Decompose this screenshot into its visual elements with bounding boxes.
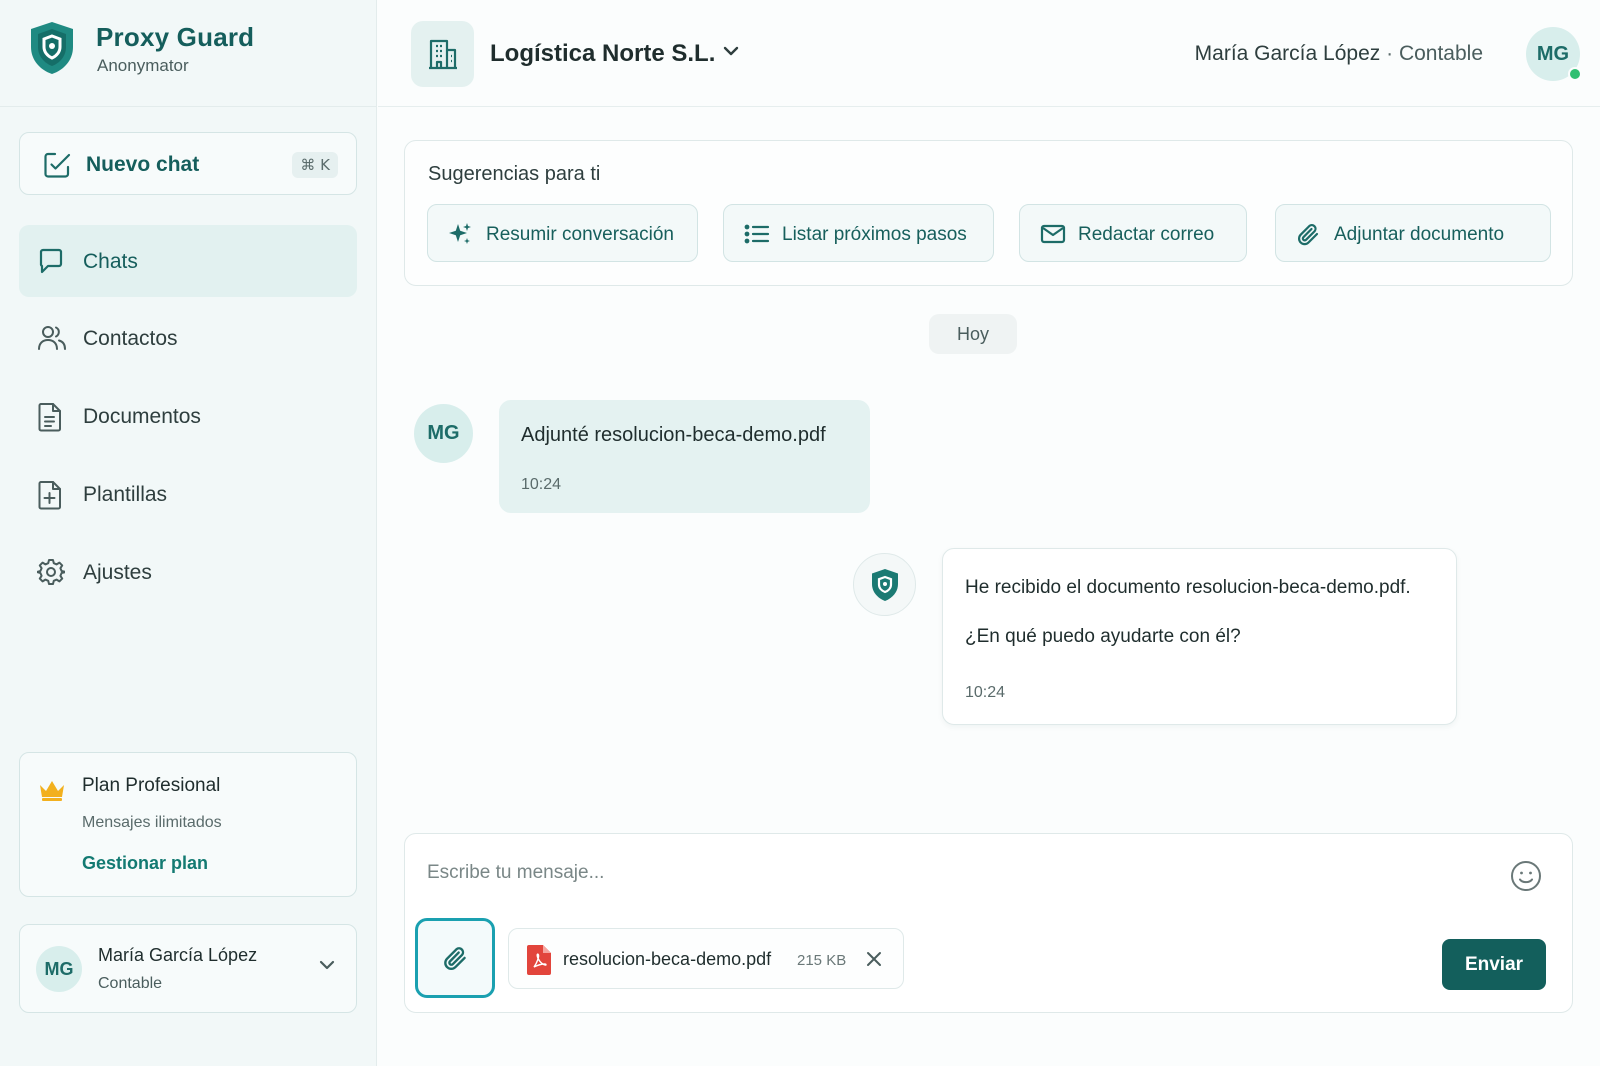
new-chat-label: Nuevo chat — [86, 153, 200, 176]
suggestion-label: Adjuntar documento — [1334, 224, 1505, 245]
separator: · — [1386, 42, 1394, 65]
online-status-dot — [1568, 67, 1582, 81]
suggestion-label: Resumir conversación — [486, 224, 674, 245]
pdf-file-icon — [527, 945, 551, 975]
sidebar-item-label: Plantillas — [83, 483, 168, 506]
suggestions-title: Sugerencias para ti — [428, 163, 601, 185]
message-text: He recibido el documento resolucion-beca… — [965, 577, 1411, 598]
sidebar-item-label: Contactos — [83, 327, 178, 350]
user-role: Contable — [98, 975, 163, 992]
avatar: MG — [36, 946, 82, 992]
attach-button[interactable] — [415, 918, 495, 998]
suggestion-chip-adjuntar[interactable]: Adjuntar documento — [1275, 204, 1551, 262]
assistant-message-bubble: He recibido el documento resolucion-beca… — [942, 548, 1457, 725]
suggestions-panel: Sugerencias para ti Resumir conversación… — [404, 140, 1573, 286]
sidebar-item-chats[interactable]: Chats — [19, 225, 357, 297]
building-icon — [411, 21, 474, 87]
avatar-initials: MG — [1536, 43, 1570, 65]
brand: Proxy Guard Anonymator — [0, 0, 377, 107]
header-user-info: María García López · Contable — [1195, 42, 1483, 66]
shield-icon — [872, 569, 898, 601]
user-menu[interactable]: MG María García López Contable — [19, 924, 357, 1013]
suggestion-label: Listar próximos pasos — [782, 224, 967, 245]
chevron-down-icon[interactable] — [721, 44, 741, 58]
message-time: 10:24 — [965, 684, 1006, 701]
sidebar-item-label: Ajustes — [83, 561, 152, 584]
user-message-bubble: Adjunté resolucion-beca-demo.pdf 10:24 — [499, 400, 870, 513]
attachment-name: resolucion-beca-demo.pdf — [563, 949, 772, 969]
plan-title: Plan Profesional — [82, 775, 221, 796]
day-divider: Hoy — [929, 314, 1017, 354]
suggestion-label: Redactar correo — [1078, 224, 1215, 245]
sidebar-item-label: Chats — [83, 250, 138, 273]
plan-card: Plan Profesional Mensajes ilimitados Ges… — [19, 752, 357, 897]
attachment-chip: resolucion-beca-demo.pdf 215 KB — [508, 928, 904, 989]
sidebar-item-contactos[interactable]: Contactos — [19, 302, 357, 374]
chat-bubble-icon — [37, 247, 65, 275]
message-composer: resolucion-beca-demo.pdf 215 KB Enviar — [404, 833, 1573, 1013]
suggestion-chip-listar[interactable]: Listar próximos pasos — [723, 204, 994, 262]
user-name: María García López — [98, 945, 258, 965]
new-chat-button[interactable]: Nuevo chat ⌘ K — [19, 132, 357, 195]
message-input[interactable] — [427, 856, 1457, 890]
sidebar-item-label: Documentos — [83, 405, 201, 428]
shortcut-hint: ⌘ K — [292, 152, 338, 178]
document-icon — [37, 402, 63, 432]
message-avatar: MG — [414, 404, 473, 463]
chevron-down-icon — [318, 959, 336, 971]
close-icon[interactable] — [865, 950, 883, 968]
sidebar-item-ajustes[interactable]: Ajustes — [19, 536, 357, 608]
plan-subtitle: Mensajes ilimitados — [82, 814, 222, 831]
organization-name[interactable]: Logística Norte S.L. — [490, 40, 715, 68]
gear-icon — [37, 558, 65, 586]
sidebar-item-plantillas[interactable]: Plantillas — [19, 458, 357, 530]
brand-subtitle: Anonymator — [97, 56, 189, 75]
new-chat-icon — [42, 150, 72, 180]
suggestion-chip-correo[interactable]: Redactar correo — [1019, 204, 1247, 262]
crown-icon — [38, 779, 66, 801]
users-icon — [37, 324, 67, 352]
sidebar: Proxy Guard Anonymator Nuevo chat ⌘ K Ch… — [0, 0, 377, 1066]
suggestion-chip-resumir[interactable]: Resumir conversación — [427, 204, 698, 262]
message-time: 10:24 — [521, 476, 562, 493]
sidebar-item-documentos[interactable]: Documentos — [19, 380, 357, 452]
list-icon — [744, 222, 770, 246]
emoji-icon[interactable] — [1510, 860, 1542, 892]
brand-name: Proxy Guard — [96, 22, 255, 52]
message-text: ¿En qué puedo ayudarte con él? — [965, 626, 1241, 647]
shield-logo-icon — [28, 20, 76, 76]
paperclip-icon — [444, 947, 466, 970]
message-text: Adjunté resolucion-beca-demo.pdf — [521, 424, 826, 446]
top-bar: Logística Norte S.L. María García López … — [378, 0, 1600, 107]
paperclip-icon — [1296, 222, 1322, 248]
mail-icon — [1040, 222, 1066, 246]
header-user-role: Contable — [1398, 42, 1483, 65]
template-add-icon — [37, 480, 63, 510]
send-button[interactable]: Enviar — [1442, 939, 1546, 990]
header-avatar[interactable]: MG — [1526, 27, 1582, 81]
manage-plan-link[interactable]: Gestionar plan — [82, 853, 208, 874]
attachment-size: 215 KB — [797, 952, 847, 969]
sparkles-icon — [448, 222, 472, 246]
header-user-name: María García López — [1194, 42, 1381, 65]
assistant-avatar — [853, 553, 916, 616]
